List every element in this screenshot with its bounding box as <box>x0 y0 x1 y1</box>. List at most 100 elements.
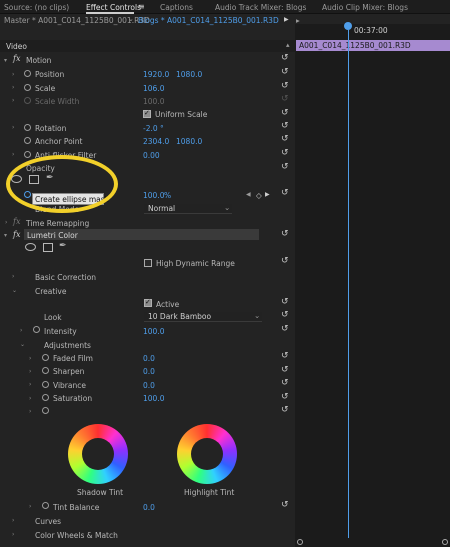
timeline-scrollbar[interactable] <box>296 538 450 547</box>
hdr-checkbox[interactable] <box>144 259 152 267</box>
ellipse-mask-icon[interactable] <box>25 243 36 251</box>
expand-intensity-arrow[interactable]: › <box>20 327 22 334</box>
active-checkbox[interactable] <box>144 298 152 307</box>
stopwatch-icon[interactable] <box>42 407 49 414</box>
expand-tint-balance-arrow[interactable]: › <box>29 503 31 510</box>
reset-icon[interactable]: ↺ <box>281 53 289 63</box>
rotation-value[interactable]: -2.0 ° <box>143 124 164 133</box>
previous-keyframe-icon[interactable]: ◀ <box>246 191 251 198</box>
fx-icon[interactable]: fx <box>13 217 20 226</box>
tab-source[interactable]: Source: (no clips) <box>4 3 69 12</box>
stopwatch-icon[interactable] <box>42 381 49 388</box>
reset-icon[interactable]: ↺ <box>281 94 289 104</box>
reset-icon[interactable]: ↺ <box>281 351 289 361</box>
expand-position-arrow[interactable]: › <box>12 71 14 78</box>
expand-vibrance-arrow[interactable]: › <box>29 381 31 388</box>
stopwatch-icon[interactable] <box>24 137 31 144</box>
anchor-x-value[interactable]: 2304.0 <box>143 137 169 146</box>
reset-icon[interactable]: ↺ <box>281 256 289 266</box>
opacity-value[interactable]: 100.0 <box>143 191 164 200</box>
sharpen-value[interactable]: 0.0 <box>143 367 155 376</box>
reset-icon[interactable]: ↺ <box>281 324 289 334</box>
rectangle-mask-icon[interactable] <box>43 243 53 252</box>
stopwatch-icon[interactable] <box>24 97 31 104</box>
reset-icon[interactable]: ↺ <box>281 392 289 402</box>
expand-sharpen-arrow[interactable]: › <box>29 368 31 375</box>
scale-width-value[interactable]: 100.0 <box>143 97 164 106</box>
expand-color-wheels-arrow[interactable]: › <box>12 531 14 538</box>
uniform-scale-checkbox[interactable] <box>143 109 151 118</box>
reset-icon[interactable]: ↺ <box>281 365 289 375</box>
expand-rotation-arrow[interactable]: › <box>12 124 14 131</box>
tab-audio-track-mixer[interactable]: Audio Track Mixer: Blogs <box>215 3 306 12</box>
reset-icon[interactable]: ↺ <box>281 188 289 198</box>
next-keyframe-icon[interactable]: ▶ <box>265 191 270 198</box>
reset-icon[interactable]: ↺ <box>281 148 289 158</box>
expand-scale-arrow[interactable]: › <box>12 84 14 91</box>
intensity-value[interactable]: 100.0 <box>143 327 164 336</box>
stopwatch-icon[interactable] <box>42 502 49 509</box>
expand-faded-film-arrow[interactable]: › <box>29 355 31 362</box>
reset-icon[interactable]: ↺ <box>281 229 289 239</box>
expand-tint-arrow[interactable]: › <box>29 408 31 415</box>
expand-scale-width-arrow[interactable]: › <box>12 97 14 104</box>
stopwatch-icon[interactable] <box>24 124 31 131</box>
fx-icon[interactable]: fx <box>13 54 20 63</box>
expand-curves-arrow[interactable]: › <box>12 517 14 524</box>
reset-icon[interactable]: ↺ <box>281 67 289 77</box>
stopwatch-icon[interactable] <box>42 354 49 361</box>
anchor-y-value[interactable]: 1080.0 <box>176 137 202 146</box>
position-x-value[interactable]: 1920.0 <box>143 70 169 79</box>
expand-motion-arrow[interactable]: ▾ <box>4 57 7 64</box>
stopwatch-icon[interactable] <box>24 151 31 158</box>
expand-basic-correction-arrow[interactable]: › <box>12 273 14 280</box>
zoom-handle-left[interactable] <box>297 539 303 545</box>
vibrance-value[interactable]: 0.0 <box>143 381 155 390</box>
stopwatch-icon[interactable] <box>42 367 49 374</box>
sequence-clip-label[interactable]: Blogs * A001_C014_1125B0_001.R3D <box>138 16 279 25</box>
expand-lumetri-arrow[interactable]: ▾ <box>4 232 7 239</box>
expand-saturation-arrow[interactable]: › <box>29 395 31 402</box>
stopwatch-icon[interactable] <box>24 70 31 77</box>
expand-adjustments-arrow[interactable]: ⌄ <box>20 341 25 348</box>
tab-effect-controls[interactable]: Effect Controls <box>86 3 141 12</box>
tab-captions[interactable]: Captions <box>160 3 193 12</box>
reset-icon[interactable]: ↺ <box>281 405 289 415</box>
reset-icon[interactable]: ↺ <box>281 81 289 91</box>
reset-icon[interactable]: ↺ <box>281 121 289 131</box>
reset-icon[interactable]: ↺ <box>281 310 289 320</box>
anti-flicker-value[interactable]: 0.00 <box>143 151 160 160</box>
shadow-tint-wheel[interactable] <box>68 424 128 484</box>
tint-balance-value[interactable]: 0.0 <box>143 503 155 512</box>
highlight-tint-wheel[interactable] <box>177 424 237 484</box>
add-keyframe-icon[interactable]: ◇ <box>256 191 262 200</box>
hamburger-icon[interactable]: ≡ <box>138 2 145 11</box>
expand-anti-flicker-arrow[interactable]: › <box>12 151 14 158</box>
reset-icon[interactable]: ↺ <box>281 500 289 510</box>
reset-icon[interactable]: ↺ <box>281 378 289 388</box>
scale-value[interactable]: 106.0 <box>143 84 164 93</box>
look-dropdown[interactable]: 10 Dark Bamboo ⌄ <box>144 311 262 322</box>
saturation-value[interactable]: 100.0 <box>143 394 164 403</box>
position-y-value[interactable]: 1080.0 <box>176 70 202 79</box>
faded-film-label: Faded Film <box>53 354 93 363</box>
faded-film-value[interactable]: 0.0 <box>143 354 155 363</box>
expand-creative-arrow[interactable]: ⌄ <box>12 287 17 294</box>
fx-icon[interactable]: fx <box>13 230 20 239</box>
expand-time-remapping-arrow[interactable]: › <box>5 219 7 226</box>
playhead-handle[interactable] <box>344 22 352 30</box>
blend-mode-dropdown[interactable]: Normal ⌄ <box>144 203 232 214</box>
stopwatch-icon[interactable] <box>24 84 31 91</box>
pen-mask-icon[interactable]: ✒ <box>59 241 67 251</box>
play-icon[interactable]: ▶ <box>284 16 289 23</box>
stopwatch-icon[interactable] <box>33 326 40 333</box>
reset-icon[interactable]: ↺ <box>281 162 289 172</box>
tab-audio-clip-mixer[interactable]: Audio Clip Mixer: Blogs <box>322 3 408 12</box>
collapse-arrow-icon[interactable]: ▴ <box>286 41 290 49</box>
chevron-down-icon[interactable]: ⌄ <box>128 15 134 23</box>
reset-icon[interactable]: ↺ <box>281 134 289 144</box>
reset-icon[interactable]: ↺ <box>281 297 289 307</box>
stopwatch-icon[interactable] <box>42 394 49 401</box>
zoom-handle-right[interactable] <box>442 539 448 545</box>
reset-icon[interactable]: ↺ <box>281 108 289 118</box>
